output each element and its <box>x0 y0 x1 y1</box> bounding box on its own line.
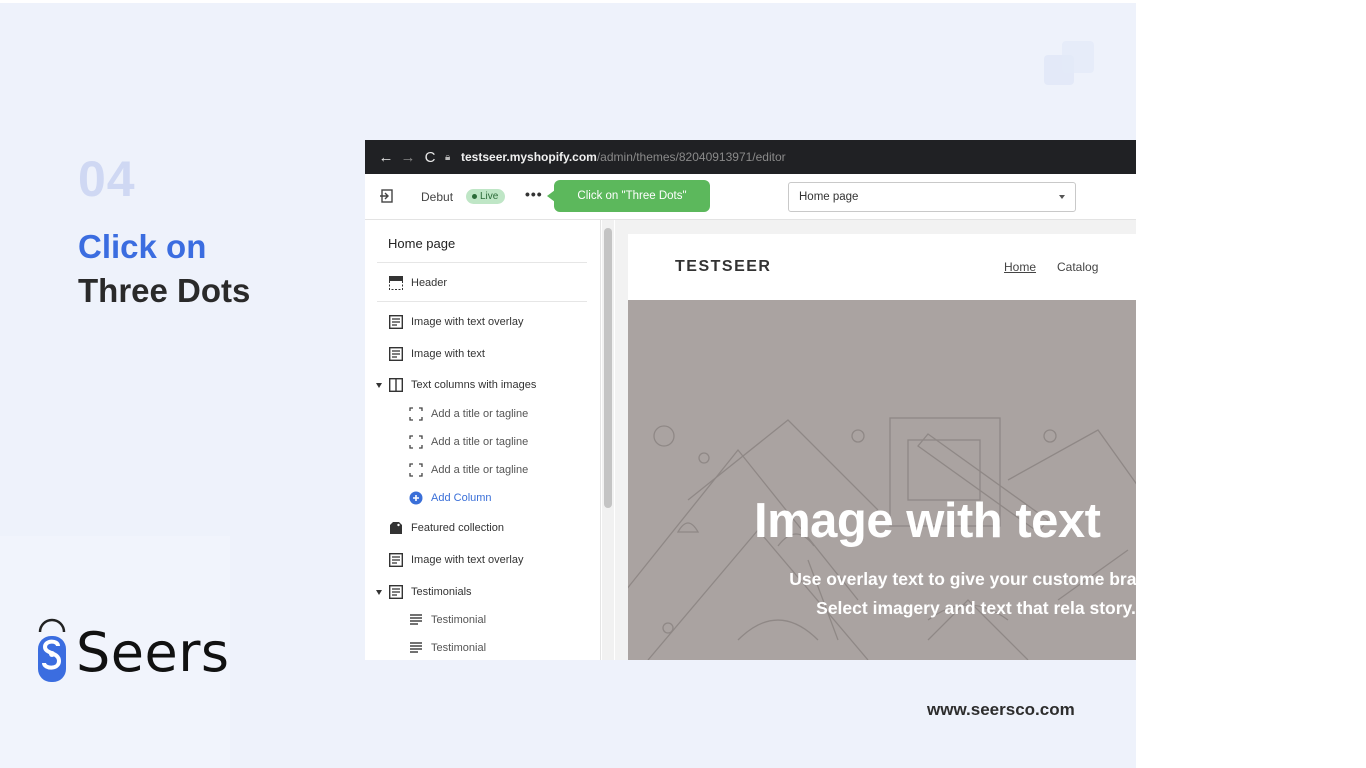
back-icon[interactable]: ← <box>375 149 397 166</box>
hero-banner: Image with text Use overlay text to give… <box>628 300 1136 660</box>
website-url: www.seersco.com <box>927 700 1075 719</box>
section-icon <box>388 584 404 600</box>
exit-icon[interactable] <box>379 188 395 204</box>
scrollbar-thumb[interactable] <box>604 228 612 508</box>
divider <box>377 262 587 263</box>
hero-heading: Image with text <box>754 494 1101 548</box>
sidebar-block-testimonial-1[interactable]: Testimonial <box>408 610 486 630</box>
step-number: 04 <box>78 151 136 207</box>
sidebar-item-label: Add a title or tagline <box>431 464 529 476</box>
instruction-callout: Click on "Three Dots" <box>547 180 710 212</box>
logo-text: Seers <box>76 620 230 684</box>
editor-toolbar: Debut Live ••• Click on "Three Dots" Hom… <box>365 174 1136 220</box>
sidebar-item-label: Text columns with images <box>411 379 537 391</box>
store-nav-catalog[interactable]: Catalog <box>1057 260 1098 274</box>
sidebar-item-label: Add a title or tagline <box>431 408 529 420</box>
plus-circle-icon <box>408 490 424 506</box>
sidebar-item-label: Testimonial <box>431 614 487 626</box>
reload-icon[interactable]: C <box>419 149 441 166</box>
sidebar-item-testimonials[interactable]: Testimonials <box>388 582 472 602</box>
sidebar-item-label: Image with text <box>411 348 485 360</box>
hero-text: Use overlay text to give your custome br… <box>789 569 1136 618</box>
sidebar-item-text-columns[interactable]: Text columns with images <box>388 375 536 395</box>
seers-logo: Seers <box>32 618 230 686</box>
sidebar-item-label: Add Column <box>431 492 492 504</box>
header-icon <box>388 275 404 291</box>
section-icon <box>388 552 404 568</box>
sidebar-item-label: Featured collection <box>411 522 504 534</box>
sidebar-block-testimonial-2[interactable]: Testimonial <box>408 638 486 658</box>
page-select-value: Home page <box>799 191 859 203</box>
store-nav-home[interactable]: Home <box>1004 260 1036 274</box>
theme-name: Debut <box>421 190 454 204</box>
decorative-squares <box>1044 41 1094 91</box>
step-title-line1: Click on <box>78 228 207 265</box>
url-path: /admin/themes/82040913971/editor <box>596 150 786 164</box>
store-preview: TESTSEER Home Catalog Image with text Us… <box>628 234 1136 660</box>
text-block-icon <box>408 640 424 656</box>
expand-arrow-icon[interactable] <box>376 590 382 595</box>
sidebar-item-label: Testimonials <box>411 586 472 598</box>
store-name: TESTSEER <box>675 258 772 275</box>
seers-logo-icon <box>38 618 66 682</box>
section-icon <box>388 314 404 330</box>
address-bar: ← → C 🔒︎ testseer.myshopify.com/admin/th… <box>365 140 1136 174</box>
sections-sidebar: Home page Header Image with text overlay… <box>365 220 601 660</box>
three-dots-button[interactable]: ••• <box>525 186 543 202</box>
add-column-button[interactable]: Add Column <box>408 488 492 508</box>
sidebar-item-image-with-text-overlay-2[interactable]: Image with text overlay <box>388 550 524 570</box>
sidebar-item-label: Image with text overlay <box>411 554 524 566</box>
sidebar-item-label: Add a title or tagline <box>431 436 529 448</box>
block-icon <box>408 462 424 478</box>
sidebar-block-title-3[interactable]: Add a title or tagline <box>408 460 528 480</box>
browser-window: ← → C 🔒︎ testseer.myshopify.com/admin/th… <box>365 140 1136 660</box>
live-dot-icon <box>472 193 477 199</box>
sidebar-scrollbar[interactable] <box>602 220 614 660</box>
sidebar-block-title-2[interactable]: Add a title or tagline <box>408 432 528 452</box>
url-field[interactable]: testseer.myshopify.com/admin/themes/8204… <box>461 150 786 164</box>
block-icon <box>408 434 424 450</box>
sidebar-item-featured-collection[interactable]: Featured collection <box>388 518 504 538</box>
columns-icon <box>388 377 404 393</box>
lock-icon: 🔒︎ <box>445 151 451 163</box>
sidebar-item-label: Image with text overlay <box>411 316 524 328</box>
sidebar-title: Home page <box>388 236 456 251</box>
page-select[interactable]: Home page <box>788 182 1076 212</box>
sidebar-item-header[interactable]: Header <box>388 273 447 293</box>
divider <box>377 301 587 302</box>
tag-icon <box>388 520 404 536</box>
live-badge: Live <box>466 189 506 204</box>
sidebar-block-title-1[interactable]: Add a title or tagline <box>408 404 528 424</box>
block-icon <box>408 406 424 422</box>
sidebar-item-label: Testimonial <box>431 642 487 654</box>
sidebar-item-image-with-text[interactable]: Image with text <box>388 344 485 364</box>
url-host: testseer.myshopify.com <box>461 150 597 164</box>
live-badge-label: Live <box>480 191 499 202</box>
text-block-icon <box>408 612 424 628</box>
chevron-down-icon <box>1059 195 1065 199</box>
step-title-line2: Three Dots <box>78 272 251 309</box>
sidebar-item-label: Header <box>411 277 448 289</box>
expand-arrow-icon[interactable] <box>376 383 382 388</box>
section-icon <box>388 346 404 362</box>
forward-icon[interactable]: → <box>397 149 419 166</box>
sidebar-item-image-with-text-overlay[interactable]: Image with text overlay <box>388 312 524 332</box>
